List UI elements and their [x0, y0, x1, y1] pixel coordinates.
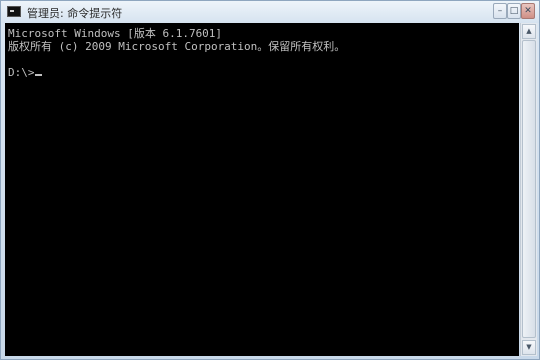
- console-copyright-line: 版权所有 (c) 2009 Microsoft Corporation。保留所有…: [8, 40, 346, 53]
- window-title: 管理员: 命令提示符: [27, 7, 123, 20]
- prompt-path: D:\>: [8, 66, 35, 79]
- command-prompt-line[interactable]: D:\>: [8, 66, 519, 79]
- close-icon: ✕: [524, 6, 532, 16]
- maximize-button[interactable]: □: [507, 3, 521, 19]
- maximize-icon: □: [509, 6, 519, 16]
- minimize-button[interactable]: –: [493, 3, 507, 19]
- scroll-down-button[interactable]: ▼: [522, 340, 536, 355]
- scroll-up-button[interactable]: ▲: [522, 24, 536, 39]
- command-prompt-window: 管理员: 命令提示符 – □ ✕ Microsoft Windows [版本 6…: [0, 0, 540, 360]
- text-cursor: [34, 74, 42, 76]
- close-button[interactable]: ✕: [521, 3, 535, 19]
- scroll-thumb[interactable]: [522, 40, 536, 338]
- minimize-icon: –: [497, 6, 503, 16]
- console-output[interactable]: Microsoft Windows [版本 6.1.7601] 版权所有 (c)…: [5, 23, 519, 356]
- command-prompt-icon[interactable]: [7, 6, 21, 17]
- vertical-scrollbar[interactable]: ▲ ▼: [520, 23, 537, 356]
- title-bar[interactable]: 管理员: 命令提示符 – □ ✕: [1, 1, 539, 23]
- console-version-line: Microsoft Windows [版本 6.1.7601]: [8, 27, 223, 40]
- chevron-down-icon: ▼: [526, 343, 532, 351]
- chevron-up-icon: ▲: [526, 27, 532, 35]
